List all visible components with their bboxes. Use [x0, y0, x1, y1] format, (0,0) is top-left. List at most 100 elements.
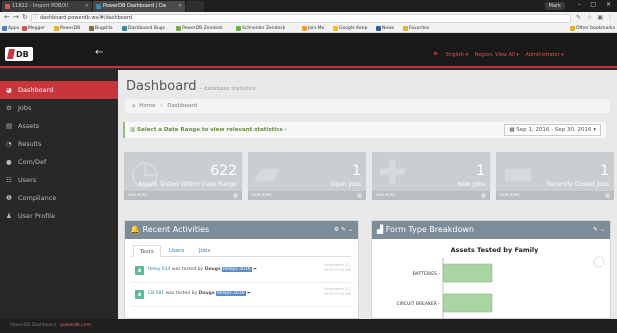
panel-tools: ⚙ ✎ ⌄ [334, 221, 353, 239]
sidebar-item-compliance[interactable]: ❶ Compliance [0, 189, 118, 207]
job-tag[interactable]: Relays 2016 [215, 291, 246, 296]
asset-link[interactable]: CB 581 [148, 291, 164, 296]
edit-icon[interactable]: ✎ [593, 226, 598, 233]
date-range-bar: ▥ Select a Date Range to view relevant s… [123, 122, 606, 138]
stat-value: 1 [476, 163, 485, 179]
url-input[interactable]: ⓘ dashboard.powerdb.ws/#/dashboard [31, 14, 571, 23]
bookmark-star-icon[interactable]: ☆ [587, 14, 592, 21]
extension-menu-icon[interactable]: ▣ [597, 14, 603, 21]
panel-header: ▟ Form Type Breakdown ✎ ⌄ [372, 221, 610, 239]
sidebar-item-assets[interactable]: ▤ Assets [0, 117, 118, 135]
sidebar-item-users[interactable]: ☷ Users [0, 171, 118, 189]
chart-bar[interactable] [442, 293, 493, 313]
breadcrumb-separator: › [160, 103, 163, 109]
powerdb-icon [54, 26, 59, 31]
collapse-icon[interactable]: ⌄ [348, 226, 353, 233]
breadcrumb-current: Dashboard [167, 103, 198, 109]
minimize-icon[interactable]: – [578, 1, 581, 8]
powerdb-logo[interactable]: DB [5, 46, 33, 62]
settings-icon[interactable]: ⚙ [334, 226, 339, 233]
profile-chip[interactable]: Mark [544, 2, 565, 10]
assets-by-family-chart: Assets Tested by Family BATTERIES - CIRCU… [378, 242, 611, 319]
chart-bar[interactable] [442, 263, 493, 283]
calendar-icon: ▦ [509, 127, 515, 133]
view-more-link[interactable]: VIEW MORE [248, 191, 366, 200]
main-content: Dashboard – database statistics ⌂ Home › … [118, 70, 617, 319]
view-more-link[interactable]: VIEW MORE [124, 191, 242, 200]
breadcrumb-home[interactable]: Home [139, 103, 155, 109]
share-icon[interactable]: ➦ [253, 267, 257, 272]
tab-jobs[interactable]: Jobs [193, 245, 216, 257]
list-item: ▲ CB 581 was tested by Dougs Relays 2016… [131, 285, 353, 307]
bookmark-schneider-zendesk[interactable]: Schneider Zendesk [236, 24, 285, 33]
role-selector[interactable]: Administrator ▾ [526, 52, 564, 58]
collapse-sidebar-icon[interactable]: ← [95, 47, 103, 58]
bar-chart-icon: ▥ [130, 127, 136, 133]
new-tab-button[interactable] [186, 1, 204, 12]
sidebar-item-user-profile[interactable]: ♟ User Profile [0, 207, 118, 225]
bookmark-news[interactable]: News [376, 24, 394, 33]
bookmark-megger[interactable]: Megger [22, 24, 45, 33]
chart-menu-button[interactable] [593, 256, 605, 268]
bookmark-joinme[interactable]: Join.Me [302, 24, 324, 33]
forward-icon[interactable]: → [13, 13, 19, 21]
language-selector[interactable]: English ▾ [446, 52, 468, 58]
reload-icon[interactable]: ↻ [22, 13, 28, 21]
edit-icon[interactable]: ✎ [341, 226, 346, 233]
stat-label: Open Jobs [330, 181, 361, 188]
bookmark-powerdb[interactable]: PowerDB [54, 24, 80, 33]
folder-open-icon: ▰ [254, 153, 281, 193]
address-bar-row: ← → ↻ ⓘ dashboard.powerdb.ws/#/dashboard… [0, 12, 617, 24]
activity-icon: ▲ [135, 290, 144, 299]
tab-users[interactable]: Users [163, 245, 190, 257]
bookmark-favorites[interactable]: Favorites [403, 24, 429, 33]
tab-tests[interactable]: Tests [133, 245, 161, 257]
bookmark-bugzilla[interactable]: Bugzilla [89, 24, 113, 33]
bookmark-powerdb-zendesk[interactable]: PowerDB Zendesk [176, 24, 223, 33]
news-icon [376, 26, 381, 31]
archive-icon: ▬ [502, 153, 535, 193]
sidebar-item-results[interactable]: ◔ Results [0, 135, 118, 153]
close-tab-icon[interactable]: ✕ [178, 1, 182, 12]
stat-new-jobs: ✚ 1 New Jobs VIEW MORE [372, 152, 490, 200]
extension-icon[interactable]: ✎ [576, 14, 581, 21]
bookmarks-bar: Apps Megger PowerDB Bugzilla Dashboard B… [0, 24, 617, 33]
window-close-icon[interactable]: ✕ [606, 1, 611, 8]
category-label: CIRCUIT BREAKER - [397, 301, 441, 307]
flag-icon[interactable]: ⚑ [433, 51, 438, 58]
close-tab-icon[interactable]: ✕ [85, 1, 89, 12]
sidebar-item-comdef[interactable]: ● Com/Def [0, 153, 118, 171]
site-info-icon[interactable]: ⓘ [33, 15, 38, 22]
bookmark-other[interactable]: Other bookmarks [570, 24, 615, 33]
sidebar-item-dashboard[interactable]: ◕ Dashboard [0, 81, 118, 99]
recent-activities-panel: 🔔 Recent Activities ⚙ ✎ ⌄ Tests Users Jo… [124, 220, 359, 319]
stat-assets-tested: ◷ 622 Assets Tested Within Date Range VI… [124, 152, 242, 200]
date-range-picker[interactable]: ▦ Sep 1, 2016 - Sep 30, 2016 ▾ [504, 124, 601, 136]
app-header [0, 33, 617, 68]
tab-favicon-icon [96, 4, 101, 9]
view-more-link[interactable]: VIEW MORE [372, 191, 490, 200]
browser-tab-dashboard[interactable]: PowerDB Dashboard | Da ✕ [93, 1, 185, 12]
bookmark-google-keep[interactable]: Google Keep [333, 24, 367, 33]
share-icon[interactable]: ➦ [247, 291, 251, 296]
browser-tab-import[interactable]: 11822 - Import PDB/Xl ✕ [2, 1, 92, 12]
activity-tabs: Tests Users Jobs [131, 245, 351, 257]
job-tag[interactable]: Relays 2016 [222, 267, 252, 272]
plus-square-icon: ✚ [378, 153, 407, 193]
footer-link[interactable]: powerdb.com [60, 323, 91, 328]
stat-value: 622 [210, 163, 237, 179]
view-more-link[interactable]: VIEW MORE [496, 191, 614, 200]
maximize-icon[interactable]: □ [590, 1, 596, 8]
bookmark-dashboard-bugs[interactable]: Dashboard Bugs [122, 24, 165, 33]
browser-menu-icon[interactable]: ⋮ [607, 14, 613, 21]
region-selector[interactable]: Region: View All ▾ [475, 52, 519, 58]
folder-icon [570, 26, 575, 31]
asset-link[interactable]: Relay 634 [148, 267, 170, 272]
collapse-icon[interactable]: ⌄ [600, 226, 605, 233]
back-icon[interactable]: ← [4, 13, 10, 21]
header-settings: English ▾ Region: View All ▾ Administrat… [446, 52, 564, 58]
bookmark-apps[interactable]: Apps [2, 24, 19, 33]
user-icon: ♟ [6, 212, 12, 220]
sidebar-item-jobs[interactable]: ⚙ Jobs [0, 99, 118, 117]
arrow-circle-icon [357, 193, 362, 198]
